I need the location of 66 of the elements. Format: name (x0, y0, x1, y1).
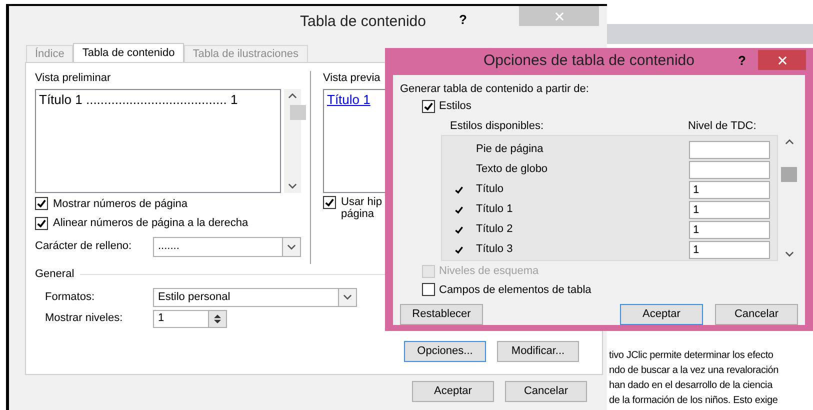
level-field[interactable]: 1 (689, 220, 770, 238)
document-text: han dado en el desarrollo de la ciencia (609, 379, 774, 393)
chevron-down-icon[interactable] (287, 244, 296, 250)
button[interactable]: Opciones... (404, 341, 486, 362)
column-header: Nivel de TDC: (688, 118, 756, 134)
document-text: tivo JClic permite determinar los efecto (609, 349, 774, 363)
style-name: Título (476, 182, 505, 198)
button[interactable]: Cancelar (505, 381, 587, 402)
checkbox[interactable] (35, 216, 48, 230)
field-label: Mostrar niveles: (45, 311, 124, 326)
style-name: Título 3 (476, 242, 514, 258)
window-title: Tabla de contenido (300, 12, 426, 32)
section-label: Vista previa (323, 71, 382, 86)
button[interactable]: Aceptar (412, 381, 494, 402)
chevron-down-icon[interactable] (785, 251, 794, 257)
spinner-arrows-icon[interactable] (208, 310, 226, 326)
close-button[interactable] (758, 50, 806, 70)
document-text: de la formación de los niños. Esto exige (609, 394, 779, 408)
checkbox[interactable] (35, 197, 48, 210)
style-name: Texto de globo (476, 162, 549, 178)
chevron-up-icon[interactable] (785, 139, 794, 145)
checkbox-label: Mostrar números de página (53, 196, 188, 212)
button[interactable]: Modificar... (497, 341, 579, 362)
level-field[interactable]: 1 (689, 200, 770, 218)
style-name: Título 2 (476, 222, 514, 238)
section-label: Generar tabla de contenido a partir de: (400, 82, 590, 96)
level-field[interactable] (689, 160, 770, 178)
dropdown[interactable]: Estilo personal (153, 288, 357, 306)
button[interactable]: Aceptar (620, 304, 703, 325)
help-button[interactable]: ? (738, 51, 746, 70)
checkbox-label: Estilos (439, 99, 472, 114)
chevron-down-icon[interactable] (288, 182, 297, 188)
scrollbar-thumb[interactable] (781, 167, 797, 182)
checkbox[interactable] (323, 196, 336, 208)
level-field[interactable]: 1 (689, 240, 770, 258)
help-button[interactable]: ? (459, 10, 467, 30)
section-label: Vista preliminar (35, 71, 112, 86)
style-name: Pie de página (476, 142, 544, 158)
checkbox-label: página (341, 208, 376, 220)
tab[interactable]: Tabla de contenido (73, 43, 184, 63)
column-header: Estilos disponibles: (450, 118, 545, 134)
checkbox-label: Niveles de esquema (439, 264, 539, 279)
chevron-up-icon[interactable] (288, 92, 297, 98)
style-name: Título 1 (476, 202, 514, 218)
scrollbar-thumb[interactable] (290, 105, 306, 120)
field-label: Formatos: (45, 290, 96, 305)
checkbox-label: Campos de elementos de tabla (439, 282, 592, 298)
document-text: ndo de buscar a la vez una revaloración (609, 364, 779, 378)
level-field[interactable]: 1 (689, 180, 770, 198)
close-icon[interactable] (778, 56, 786, 64)
field-label: Carácter de relleno: (35, 239, 133, 254)
checkbox[interactable] (422, 283, 435, 296)
section-label: General (35, 267, 74, 282)
level-field[interactable] (689, 140, 770, 158)
dropdown[interactable]: ....... (153, 236, 301, 256)
preview-entry: Título 1 ....................................... 1 (39, 92, 238, 106)
checkbox-label: Usar hip (341, 196, 382, 208)
spin-box[interactable]: 1 (153, 310, 227, 328)
window-title: Opciones de tabla de contenido (484, 51, 694, 71)
button[interactable]: Restablecer (400, 304, 483, 325)
scrollbar[interactable] (284, 88, 301, 192)
link[interactable]: Título 1 (327, 92, 370, 106)
checkbox[interactable] (422, 100, 435, 113)
chevron-down-icon[interactable] (343, 294, 352, 300)
checkbox-label: Alinear números de página a la derecha (53, 216, 248, 231)
button[interactable]: Cancelar (715, 304, 798, 325)
